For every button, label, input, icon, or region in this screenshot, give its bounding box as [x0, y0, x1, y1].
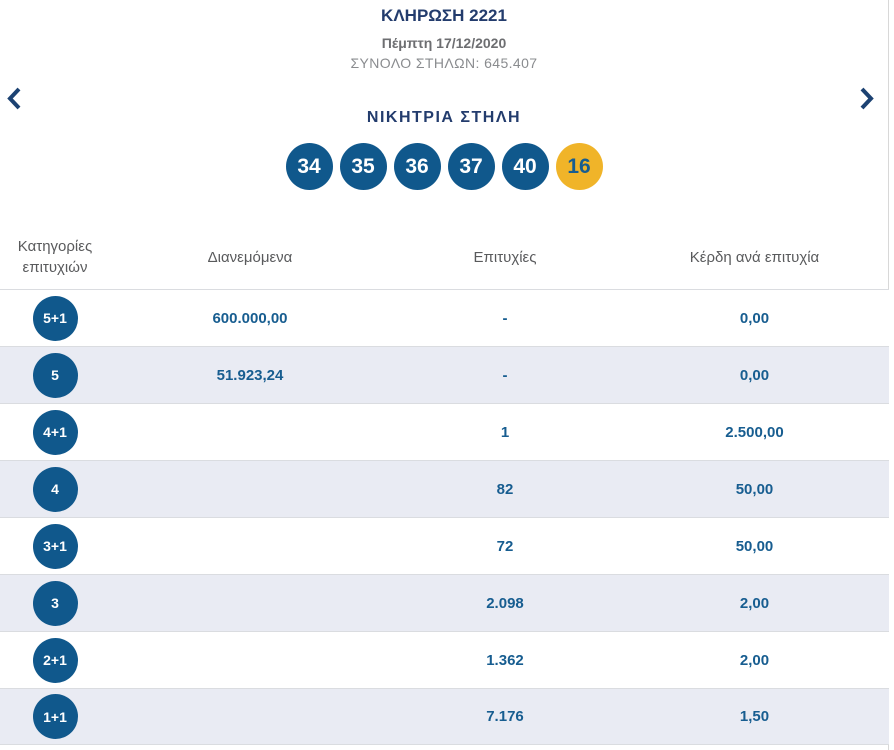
prize-value: 1,50 — [739, 708, 770, 725]
prize-value: 2,00 — [739, 594, 770, 612]
category-badge: 5+1 — [32, 295, 78, 341]
winning-number-ball: 34 — [285, 143, 333, 190]
bonus-number-ball: 16 — [555, 143, 603, 190]
draw-results-panel: ΚΛΗΡΩΣΗ 2221 Πέμπτη 17/12/2020 ΣΥΝΟΛΟ ΣΤ… — [0, 0, 894, 750]
category-badge: 4 — [32, 466, 78, 512]
column-header-category: Κατηγορίες επιτυχιών — [17, 238, 93, 276]
winning-number-ball: 35 — [339, 143, 387, 190]
hits-value: 1.362 — [486, 651, 524, 669]
column-header-hits: Επιτυχίες — [473, 248, 537, 266]
table-row: 3+1 72 50,00 — [0, 517, 889, 574]
prize-value: 0,00 — [739, 309, 770, 327]
hits-value: 82 — [496, 480, 514, 498]
draw-results-content: ΚΛΗΡΩΣΗ 2221 Πέμπτη 17/12/2020 ΣΥΝΟΛΟ ΣΤ… — [0, 0, 889, 750]
winning-number-ball: 37 — [447, 143, 495, 190]
winning-number-ball: 36 — [393, 143, 441, 190]
hits-value: 2.098 — [486, 594, 524, 612]
column-header-distributed: Διανεμόμενα — [207, 248, 293, 266]
winning-number-ball: 40 — [501, 143, 549, 190]
prize-value: 50,00 — [735, 537, 774, 555]
page-title: ΚΛΗΡΩΣΗ 2221 — [381, 6, 507, 25]
table-row: 5 51.923,24 - 0,00 — [0, 346, 889, 403]
table-row: 3 2.098 2,00 — [0, 574, 889, 631]
winning-column-heading: ΝΙΚΗΤΡΙΑ ΣΤΗΛΗ — [366, 109, 522, 126]
winning-numbers-row: 34 35 36 37 40 16 — [0, 143, 888, 190]
table-row: 4+1 1 2.500,00 — [0, 403, 889, 460]
chevron-right-icon — [857, 86, 876, 111]
next-draw-button[interactable] — [853, 84, 879, 112]
prize-value: 50,00 — [735, 480, 774, 498]
total-columns: ΣΥΝΟΛΟ ΣΤΗΛΩΝ: 645.407 — [350, 55, 538, 71]
table-row: 1+1 7.176 1,50 — [0, 688, 889, 745]
hits-value: 1 — [500, 423, 510, 441]
draw-date: Πέμπτη 17/12/2020 — [381, 35, 507, 51]
draw-header: ΚΛΗΡΩΣΗ 2221 Πέμπτη 17/12/2020 ΣΥΝΟΛΟ ΣΤ… — [0, 0, 888, 71]
column-header-prize: Κέρδη ανά επιτυχία — [689, 248, 820, 266]
hits-value: - — [502, 366, 508, 384]
table-row: 2+1 1.362 2,00 — [0, 631, 889, 688]
prize-value: 2,00 — [739, 651, 770, 669]
chevron-left-icon — [5, 86, 24, 111]
prize-value: 2.500,00 — [725, 423, 784, 441]
hits-value: - — [502, 309, 508, 327]
table-row: 5+1 600.000,00 - 0,00 — [0, 289, 889, 346]
category-badge: 1+1 — [32, 694, 78, 739]
distributed-value: 51.923,24 — [216, 366, 284, 384]
category-badge: 3 — [32, 580, 78, 626]
hits-value: 72 — [496, 537, 514, 555]
category-badge: 5 — [32, 352, 78, 398]
prize-table: Κατηγορίες επιτυχιών Διανεμόμενα Επιτυχί… — [0, 225, 889, 745]
prev-draw-button[interactable] — [1, 84, 27, 112]
category-badge: 4+1 — [32, 409, 78, 455]
category-badge: 3+1 — [32, 523, 78, 569]
prize-value: 0,00 — [739, 366, 770, 384]
hits-value: 7.176 — [486, 708, 524, 725]
table-row: 4 82 50,00 — [0, 460, 889, 517]
distributed-value: 600.000,00 — [212, 309, 288, 327]
category-badge: 2+1 — [32, 637, 78, 683]
prize-table-header: Κατηγορίες επιτυχιών Διανεμόμενα Επιτυχί… — [0, 225, 889, 289]
